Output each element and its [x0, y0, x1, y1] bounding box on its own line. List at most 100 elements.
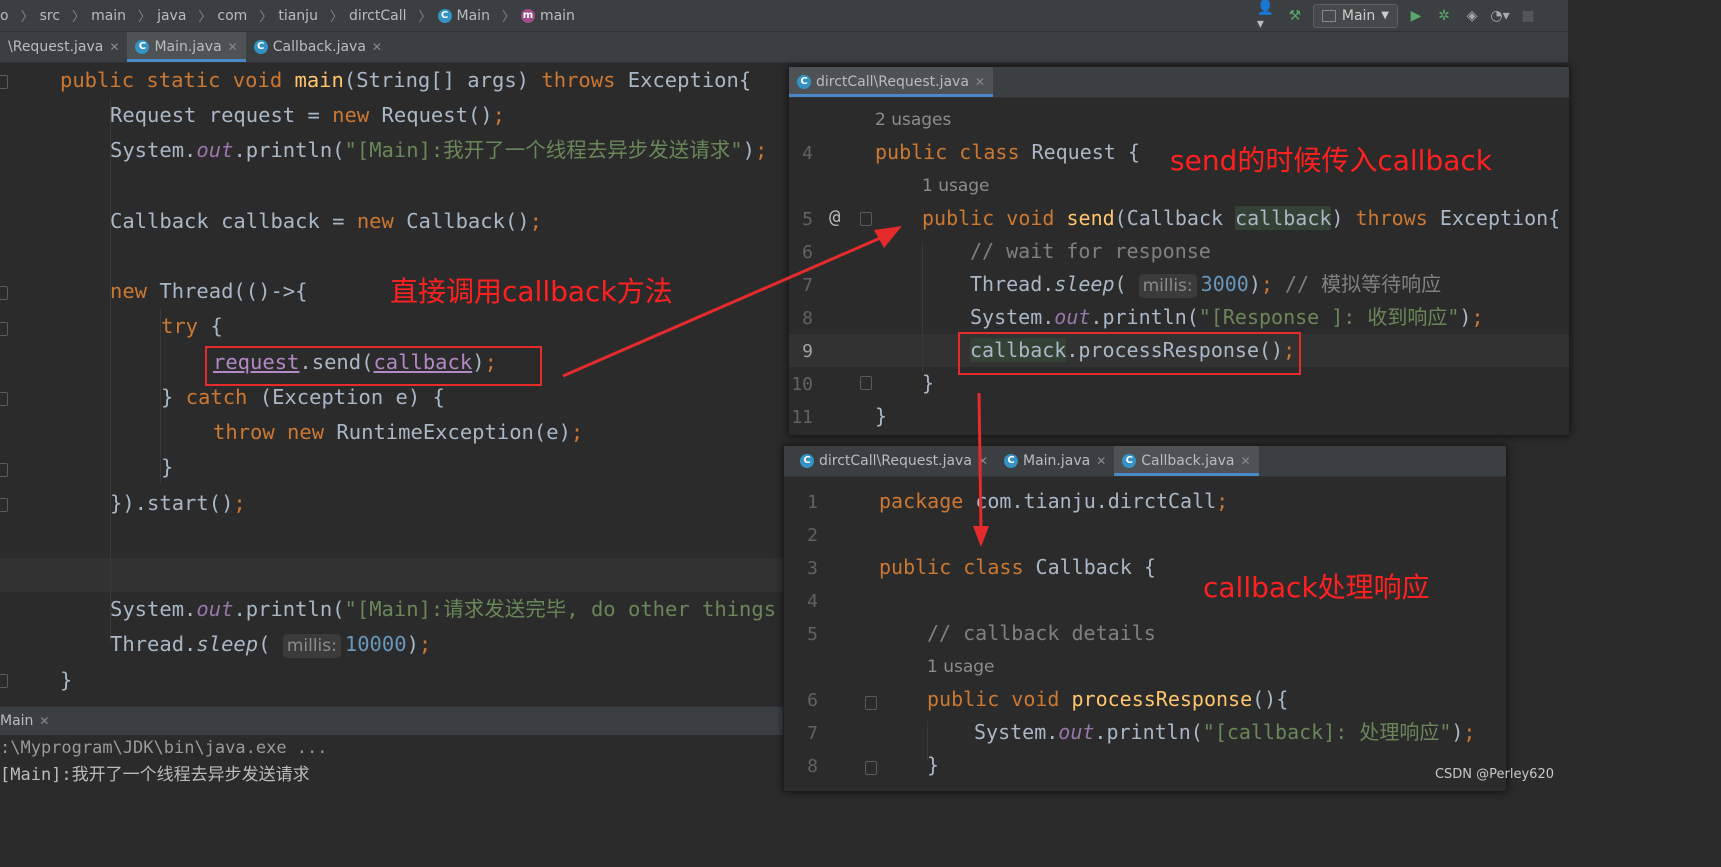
breadcrumb-tianju[interactable]: tianju: [278, 8, 318, 24]
run-config-select[interactable]: Main ▼: [1312, 3, 1398, 28]
sleep-comment: // 模拟等待响应: [1284, 272, 1442, 296]
fold-marker-icon[interactable]: [0, 463, 8, 477]
run-icon[interactable]: ▶: [1406, 6, 1426, 26]
breadcrumb-dirctcall[interactable]: dirctCall: [349, 8, 407, 24]
chevron-right-icon: 〉: [72, 10, 86, 25]
breadcrumb-main-class[interactable]: C Main: [437, 7, 490, 24]
breadcrumb-main[interactable]: main: [91, 8, 126, 24]
line-number: 5: [802, 209, 813, 230]
breadcrumb-label: java: [157, 7, 187, 24]
code-println: System.out.println("[Response ]: 收到响应");: [970, 305, 1484, 329]
code-line-2: Request request = new Request();: [110, 103, 505, 127]
line-number: 2: [807, 525, 818, 546]
tab-label: Callback.java: [1141, 453, 1235, 469]
fold-marker-icon[interactable]: [0, 498, 8, 512]
code-println: System.out.println("[callback]: 处理响应");: [974, 720, 1476, 744]
profile-icon[interactable]: ◔▾: [1490, 6, 1510, 26]
fold-marker-icon[interactable]: [865, 761, 877, 775]
class-icon: C: [800, 454, 814, 468]
breadcrumb-com[interactable]: com: [217, 8, 247, 24]
close-icon[interactable]: ✕: [1096, 454, 1106, 468]
code-close-method: }: [922, 371, 935, 395]
sleep-value: 10000: [344, 632, 407, 656]
fold-marker-icon[interactable]: [0, 75, 8, 89]
indent-guide: [922, 242, 923, 372]
code-method-decl: public void processResponse(){: [927, 687, 1289, 711]
fold-marker-icon[interactable]: [0, 322, 8, 336]
code-package: package com.tianju.dirctCall;: [879, 489, 1229, 513]
close-icon[interactable]: ✕: [975, 75, 985, 89]
chevron-right-icon: 〉: [198, 10, 212, 25]
class-icon: C: [1003, 454, 1018, 468]
fold-marker-icon[interactable]: [860, 212, 872, 226]
current-line-highlight: [0, 558, 790, 592]
fold-marker-icon[interactable]: [0, 286, 8, 300]
code-line-14: }: [60, 668, 73, 692]
breadcrumb-src[interactable]: src: [40, 8, 60, 24]
callback-editor-panel[interactable]: C dirctCall\Request.java ✕ C Main.java ✕…: [783, 445, 1507, 792]
tab-callback-java[interactable]: C Callback.java ✕: [246, 32, 390, 62]
method-icon: m: [520, 8, 535, 23]
highlight-box-callback-call: [958, 332, 1301, 375]
usage-hint[interactable]: 1 usage: [922, 176, 990, 196]
code-line-11: }).start();: [110, 491, 246, 515]
fold-marker-icon[interactable]: [865, 696, 877, 710]
close-icon[interactable]: ✕: [978, 454, 988, 468]
breadcrumb-java[interactable]: java: [157, 8, 186, 24]
debug-icon[interactable]: ✲: [1434, 6, 1454, 26]
breadcrumb-label: dirctCall: [348, 7, 407, 24]
close-icon[interactable]: ✕: [1240, 454, 1250, 468]
stop-icon[interactable]: ■: [1518, 6, 1538, 26]
breadcrumb-label: main: [91, 7, 127, 24]
code-close-class: }: [875, 404, 888, 428]
tab-label: dirctCall\Request.java: [819, 453, 972, 469]
close-icon[interactable]: ✕: [372, 40, 382, 54]
line-number: 4: [807, 591, 818, 612]
request-editor-panel[interactable]: C dirctCall\Request.java ✕ 4 5 6 7 8 9 1…: [788, 66, 1570, 436]
coverage-icon[interactable]: ◈: [1462, 6, 1482, 26]
tab-request-java[interactable]: C dirctCall\Request.java ✕: [789, 67, 993, 97]
code-close: }: [927, 753, 940, 777]
code-line-13: Thread.sleep( millis: 10000);: [110, 632, 432, 658]
line-number: 6: [802, 242, 813, 263]
run-panel: Main ✕ :\Myprogram\JDK\bin\java.exe ... …: [0, 706, 790, 791]
annotation-direct-call: 直接调用callback方法: [390, 275, 673, 308]
user-icon[interactable]: 👤▾: [1257, 0, 1277, 32]
code-line-1: public static void main(String[] args) t…: [60, 68, 752, 92]
usage-hint[interactable]: 2 usages: [875, 110, 951, 130]
breadcrumb-label: com: [217, 7, 248, 24]
watermark: CSDN @Perley620: [1434, 767, 1554, 782]
callback-panel-tabs: C dirctCall\Request.java ✕ C Main.java ✕…: [784, 446, 1506, 477]
close-icon[interactable]: ✕: [39, 714, 49, 728]
breadcrumb-label: main: [539, 7, 575, 24]
tab-label: Main.java: [1022, 453, 1091, 469]
close-icon[interactable]: ✕: [228, 40, 238, 54]
toolbar: 👤▾ ⚒ Main ▼ ▶ ✲ ◈ ◔▾ ■: [1257, 0, 1568, 32]
tab-request-java[interactable]: \Request.java ✕: [0, 32, 127, 62]
breadcrumb-label: Main: [456, 7, 490, 24]
config-icon: [1321, 9, 1336, 22]
tab-callback-java[interactable]: C Callback.java ✕: [1114, 446, 1259, 476]
close-icon[interactable]: ✕: [109, 40, 119, 54]
code-sleep: Thread.sleep( millis: 3000); // 模拟等待响应: [970, 272, 1442, 298]
fold-marker-icon[interactable]: [0, 392, 8, 406]
tab-run-main[interactable]: Main ✕: [0, 707, 57, 735]
line-number: 11: [791, 407, 813, 428]
tab-request-java[interactable]: C dirctCall\Request.java ✕: [792, 446, 996, 476]
code-line-10: }: [161, 455, 174, 479]
tab-main-java[interactable]: C Main.java ✕: [996, 446, 1114, 476]
fold-marker-icon[interactable]: [860, 376, 872, 390]
annotation-callback-handle: callback处理响应: [1203, 571, 1430, 604]
implements-marker-icon[interactable]: @: [829, 206, 840, 228]
console-line: [Main]:我开了一个线程去异步发送请求: [0, 765, 310, 785]
breadcrumb-project[interactable]: o: [0, 8, 9, 24]
fold-marker-icon[interactable]: [0, 674, 8, 688]
breadcrumb-main-method[interactable]: m main: [520, 7, 575, 24]
annotation-send-pass: send的时候传入callback: [1170, 144, 1492, 177]
line-number: 6: [807, 690, 818, 711]
highlight-box-request-send: [205, 346, 542, 386]
tab-main-java[interactable]: C Main.java ✕: [127, 32, 247, 62]
build-hammer-icon[interactable]: ⚒: [1285, 6, 1305, 26]
class-icon: C: [135, 40, 150, 54]
usage-hint[interactable]: 1 usage: [927, 657, 995, 677]
